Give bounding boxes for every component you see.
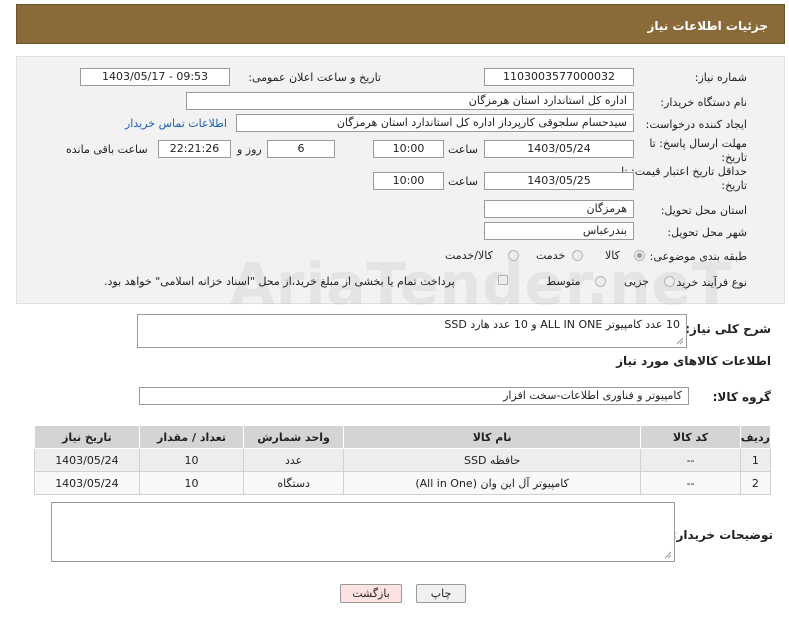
item-unit: دستگاه (243, 471, 344, 495)
remaining-label: ساعت باقی مانده (66, 143, 148, 156)
purchase-medium-radio[interactable] (595, 276, 606, 287)
reply-date-field[interactable]: 1403/05/24 (484, 140, 634, 158)
purchase-medium-label: متوسط (546, 275, 581, 288)
price-validity-label: حداقل تاریخ اعتبار قیمت: تا (621, 165, 747, 178)
category-goods-radio[interactable] (634, 250, 645, 261)
item-name: حافظه SSD (342, 448, 642, 472)
goods-group-field[interactable]: کامپیوتر و فناوری اطلاعات-سخت افزار (139, 387, 689, 405)
reply-deadline-label-2: تاریخ: (721, 151, 747, 164)
buyer-notes-field[interactable] (51, 502, 675, 562)
item-name: کامپیوتر آل این وان (All in One) (342, 471, 642, 495)
reply-time-field[interactable]: 10:00 (373, 140, 444, 158)
purchase-minor-label: جزیی (624, 275, 650, 288)
city-field[interactable]: بندرعباس (484, 222, 634, 240)
price-validity-time-field[interactable]: 10:00 (373, 172, 444, 190)
item-code: -- (640, 448, 741, 472)
item-date: 1403/05/24 (34, 471, 140, 495)
goods-info-title: اطلاعات کالاهای مورد نیاز (616, 354, 771, 368)
need-number-label: شماره نیاز: (694, 71, 747, 84)
col-row-header: ردیف (739, 425, 772, 449)
col-date-header: تاریخ نیاز (34, 425, 140, 449)
back-button[interactable]: بازگشت (340, 584, 402, 603)
row-number: 2 (739, 471, 772, 495)
treasury-payment-checkbox[interactable] (498, 275, 508, 285)
city-label: شهر محل تحویل: (667, 226, 747, 239)
creator-label: ایجاد کننده درخواست: (645, 118, 747, 131)
reply-time-label: ساعت (448, 143, 478, 156)
announce-label: تاریخ و ساعت اعلان عمومی: (248, 71, 381, 84)
print-button[interactable]: چاپ (416, 584, 466, 603)
reply-deadline-label: مهلت ارسال پاسخ: تا (649, 137, 747, 150)
buyer-org-field[interactable]: اداره کل استاندارد استان هرمزگان (186, 92, 634, 110)
category-service-label: خدمت (536, 249, 566, 262)
buyer-org-label: نام دستگاه خریدار: (660, 96, 747, 109)
purchase-minor-radio[interactable] (664, 276, 675, 287)
description-text: 10 عدد کامپیوتر ALL IN ONE و 10 عدد هارد… (444, 318, 680, 331)
resize-grip-icon[interactable] (676, 337, 684, 345)
row-number: 1 (739, 448, 772, 472)
item-qty: 10 (138, 471, 245, 495)
need-number-field[interactable]: 1103003577000032 (484, 68, 634, 86)
price-validity-label-2: تاریخ: (721, 179, 747, 192)
buyer-contact-link[interactable]: اطلاعات تماس خریدار (125, 117, 227, 130)
category-both-label: کالا/خدمت (445, 249, 493, 262)
purchase-type-label: نوع فرآیند خرید : (669, 276, 747, 289)
page-header: جزئیات اطلاعات نیاز (16, 4, 785, 44)
buyer-notes-label: توضیحات خریدار: (671, 528, 773, 542)
table-row: 1 -- حافظه SSD عدد 10 1403/05/24 (34, 448, 772, 472)
description-field[interactable]: 10 عدد کامپیوتر ALL IN ONE و 10 عدد هارد… (137, 314, 687, 348)
description-label: شرح کلی نیاز: (685, 322, 771, 336)
category-label: طبقه بندی موضوعی: (649, 250, 747, 263)
province-label: استان محل تحویل: (660, 204, 747, 217)
item-qty: 10 (138, 448, 245, 472)
province-field[interactable]: هرمزگان (484, 200, 634, 218)
price-validity-time-label: ساعت (448, 175, 478, 188)
items-table: ردیف کد کالا نام کالا واحد شمارش تعداد /… (34, 425, 772, 495)
item-unit: عدد (243, 448, 344, 472)
item-code: -- (640, 471, 741, 495)
resize-grip-icon[interactable] (664, 551, 672, 559)
col-unit-header: واحد شمارش (243, 425, 344, 449)
col-code-header: کد کالا (640, 425, 741, 449)
category-service-radio[interactable] (572, 250, 583, 261)
table-row: 2 -- کامپیوتر آل این وان (All in One) دس… (34, 471, 772, 495)
creator-field[interactable]: سیدحسام سلجوقی کارپرداز اداره کل استاندا… (236, 114, 634, 132)
days-label: روز و (237, 143, 262, 156)
goods-group-label: گروه کالا: (712, 390, 771, 404)
category-both-radio[interactable] (508, 250, 519, 261)
remaining-time-field[interactable]: 22:21:26 (158, 140, 231, 158)
category-goods-label: کالا (605, 249, 620, 262)
table-header-row: ردیف کد کالا نام کالا واحد شمارش تعداد /… (34, 425, 772, 449)
col-qty-header: تعداد / مقدار (138, 425, 245, 449)
treasury-payment-note: پرداخت تمام یا بخشی از مبلغ خرید،از محل … (104, 275, 455, 288)
days-field[interactable]: 6 (267, 140, 335, 158)
col-name-header: نام کالا (342, 425, 642, 449)
announce-field[interactable]: 1403/05/17 - 09:53 (80, 68, 230, 86)
item-date: 1403/05/24 (34, 448, 140, 472)
price-validity-date-field[interactable]: 1403/05/25 (484, 172, 634, 190)
